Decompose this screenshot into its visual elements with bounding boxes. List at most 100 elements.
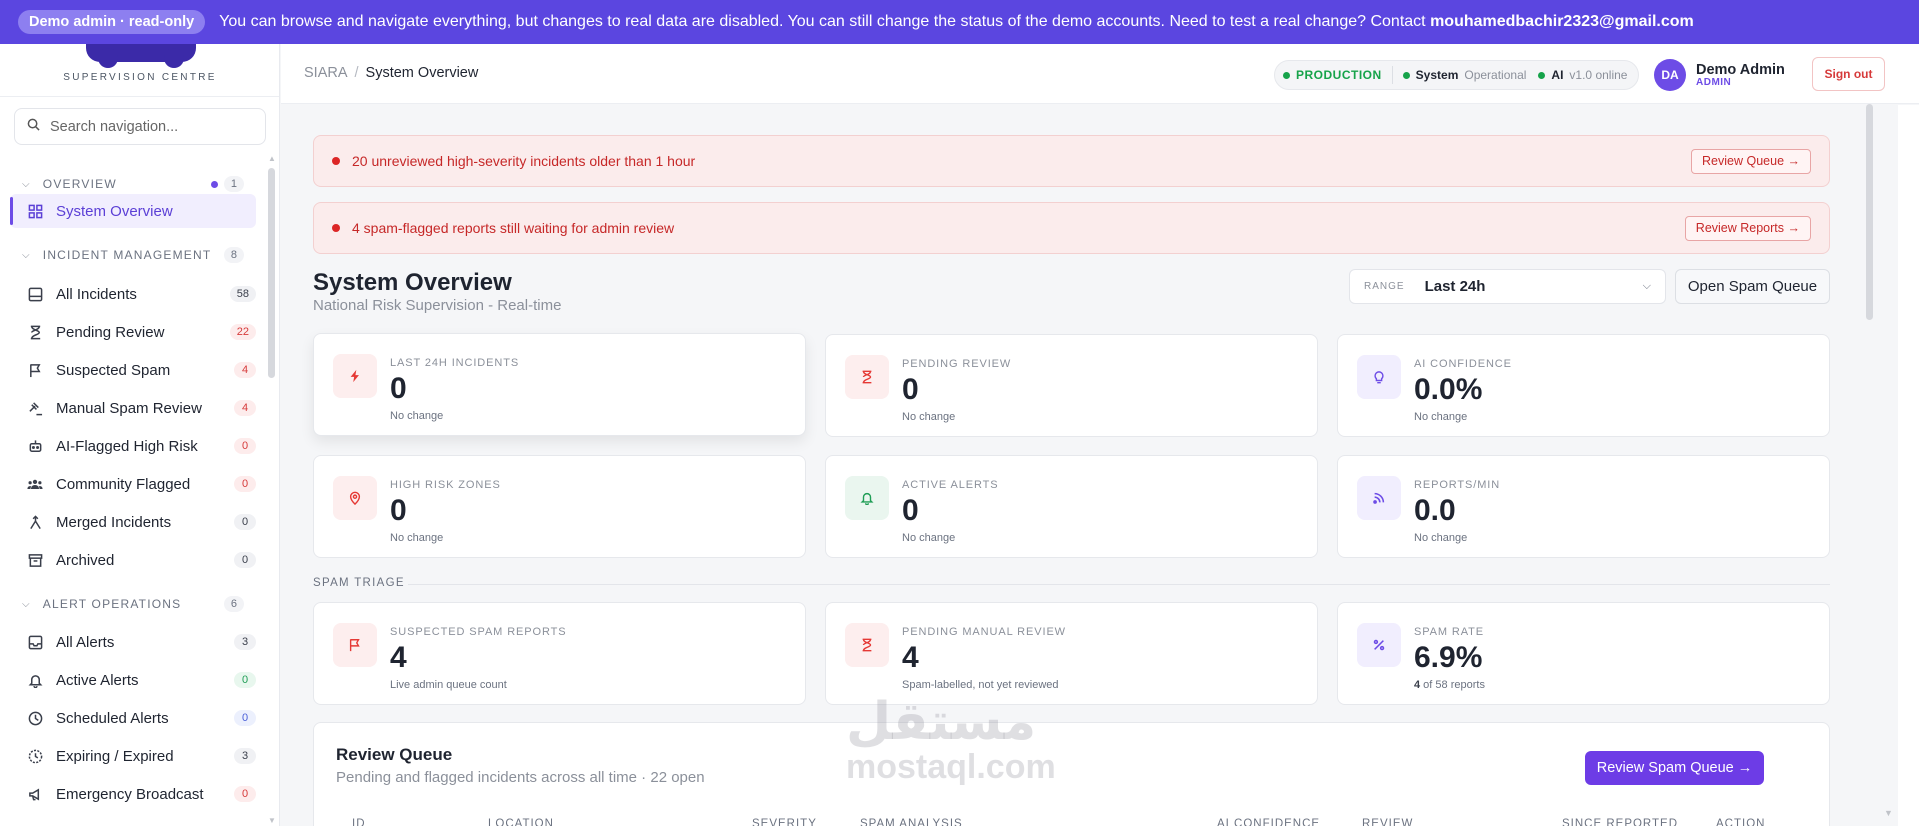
stat-card-high-risk-zones[interactable]: HIGH RISK ZONES 0 No change: [313, 455, 806, 558]
section-count: 6: [223, 596, 244, 612]
status-dot: [1538, 71, 1546, 79]
scroll-up-arrow[interactable]: ▲: [268, 154, 276, 163]
section-overview[interactable]: ⌵ OVERVIEW 1: [22, 173, 244, 195]
review-queue-subtitle: Pending and flagged incidents across all…: [336, 769, 705, 786]
sidebar-item-suspected-spam[interactable]: Suspected Spam 4: [10, 353, 256, 387]
sidebar-item-label: All Alerts: [56, 633, 115, 651]
section-count: 1: [223, 176, 244, 192]
stat-note: No change: [902, 411, 956, 423]
section-alert-operations[interactable]: ⌵ ALERT OPERATIONS 6: [22, 593, 244, 615]
unread-dot: [210, 180, 218, 188]
sidebar-item-community-flagged[interactable]: Community Flagged 0: [10, 467, 256, 501]
logo[interactable]: SUPERVISION CENTRE: [0, 44, 279, 97]
column-header-spam-analysis[interactable]: SPAM ANALYSIS: [860, 818, 963, 826]
logo-subtitle: SUPERVISION CENTRE: [63, 72, 217, 83]
stat-note: No change: [390, 532, 444, 544]
section-incident-management[interactable]: ⌵ INCIDENT MANAGEMENT 8: [22, 244, 244, 266]
breadcrumb-current: System Overview: [365, 65, 479, 81]
column-header-action[interactable]: ACTION: [1716, 818, 1765, 826]
column-header-ai-confidence[interactable]: AI CONFIDENCE: [1217, 818, 1320, 826]
stat-value: 0: [902, 373, 919, 406]
sidebar-item-label: Archived: [56, 551, 115, 569]
alert-banner-high-severity: 20 unreviewed high-severity incidents ol…: [313, 135, 1830, 187]
top-header: SIARA / System Overview PRODUCTION System O…: [281, 44, 1919, 104]
percent-icon: [1357, 623, 1401, 667]
chevron-down-icon: ⌵: [22, 249, 31, 261]
sidebar-scrollbar[interactable]: [268, 168, 275, 378]
sidebar-item-label: All Incidents: [56, 285, 137, 303]
sidebar-item-expiring-expired[interactable]: Expiring / Expired 3: [10, 739, 256, 773]
sidebar-item-ai-flagged-high-risk[interactable]: AI-Flagged High Risk 0: [10, 429, 256, 463]
section-label: OVERVIEW: [42, 177, 117, 191]
hourglass-icon: [26, 323, 44, 341]
stat-card-last-24h-incidents[interactable]: LAST 24H INCIDENTS 0 No change: [313, 333, 806, 436]
sidebar-item-emergency-broadcast[interactable]: Emergency Broadcast 0: [10, 777, 256, 811]
stat-card-reports-per-min[interactable]: REPORTS/MIN 0.0 No change: [1337, 455, 1830, 558]
stat-value: 0: [902, 494, 919, 527]
sidebar-item-label: AI-Flagged High Risk: [56, 437, 198, 455]
stat-card-active-alerts[interactable]: ACTIVE ALERTS 0 No change: [825, 455, 1318, 558]
alert-text: 4 spam-flagged reports still waiting for…: [352, 220, 675, 236]
chevron-down-icon: ⌵: [1642, 280, 1651, 292]
range-select[interactable]: RANGE Last 24h ⌵: [1349, 269, 1666, 304]
bulb-icon: [1357, 355, 1401, 399]
gavel-icon: [26, 399, 44, 417]
watermark: مستقل mostaql.com: [846, 695, 1056, 786]
column-header-severity[interactable]: SEVERITY: [752, 818, 817, 826]
scroll-down-arrow[interactable]: ▼: [1884, 808, 1893, 818]
breadcrumb-root[interactable]: SIARA: [304, 65, 348, 81]
sidebar: SUPERVISION CENTRE ▲ ▼ ⌵ OVERVIEW 1 Syst…: [0, 44, 280, 826]
user-menu[interactable]: DA Demo Admin ADMIN: [1654, 56, 1819, 94]
review-queue-title: Review Queue: [336, 745, 453, 764]
sidebar-item-label: Emergency Broadcast: [56, 785, 204, 803]
sign-out-button[interactable]: Sign out: [1812, 57, 1885, 91]
sidebar-item-label: Active Alerts: [56, 671, 139, 689]
sidebar-item-label: Community Flagged: [56, 475, 191, 493]
stat-label: AI CONFIDENCE: [1414, 358, 1512, 370]
review-queue-button[interactable]: Review Queue →: [1691, 148, 1811, 174]
sidebar-item-pending-review[interactable]: Pending Review 22: [10, 315, 256, 349]
open-spam-queue-button[interactable]: Open Spam Queue: [1675, 269, 1830, 304]
ai-status: AI v1.0 online: [1536, 68, 1637, 82]
stat-card-pending-manual-review[interactable]: PENDING MANUAL REVIEW 4 Spam-labelled, n…: [825, 602, 1318, 705]
sidebar-item-all-alerts[interactable]: All Alerts 3: [10, 625, 256, 659]
count-badge: 4: [234, 362, 256, 378]
sidebar-item-label: Suspected Spam: [56, 361, 171, 379]
sidebar-item-label: Expiring / Expired: [56, 747, 174, 765]
stat-card-suspected-spam-reports[interactable]: SUSPECTED SPAM REPORTS 4 Live admin queu…: [313, 602, 806, 705]
sidebar-item-merged-incidents[interactable]: Merged Incidents 0: [10, 505, 256, 539]
column-header-review[interactable]: REVIEW: [1362, 818, 1413, 826]
sidebar-item-active-alerts[interactable]: Active Alerts 0: [10, 663, 256, 697]
contact-email[interactable]: mouhamedbachir2323@gmail.com: [1430, 13, 1694, 30]
stat-card-ai-confidence[interactable]: AI CONFIDENCE 0.0% No change: [1337, 334, 1830, 437]
sidebar-item-scheduled-alerts[interactable]: Scheduled Alerts 0: [10, 701, 256, 735]
sidebar-item-all-incidents[interactable]: All Incidents 58: [10, 277, 256, 311]
range-label: RANGE: [1364, 281, 1405, 292]
page-gutter: [1898, 105, 1919, 826]
system-status-pill: PRODUCTION System Operational AI v1.0 onli…: [1274, 60, 1639, 90]
sidebar-item-archived[interactable]: Archived 0: [10, 543, 256, 577]
sidebar-item-manual-spam-review[interactable]: Manual Spam Review 4: [10, 391, 256, 425]
scroll-down-arrow[interactable]: ▼: [268, 816, 276, 825]
stat-note: No change: [390, 410, 444, 422]
stat-label: ACTIVE ALERTS: [902, 479, 999, 491]
count-badge: 3: [234, 748, 256, 764]
column-header-since-reported[interactable]: SINCE REPORTED: [1562, 818, 1678, 826]
watermark-latin: mostaql.com: [846, 748, 1056, 786]
sidebar-item-label: System Overview: [56, 202, 173, 220]
bolt-icon: [333, 354, 377, 398]
stat-value: 0: [390, 372, 407, 405]
search-input[interactable]: [50, 118, 250, 135]
review-spam-queue-button[interactable]: Review Spam Queue →: [1585, 751, 1764, 785]
count-badge: 0: [234, 672, 256, 688]
stat-label: REPORTS/MIN: [1414, 479, 1501, 491]
review-reports-button[interactable]: Review Reports →: [1684, 215, 1811, 241]
stat-card-spam-rate[interactable]: SPAM RATE 6.9% 4 of 58 reports: [1337, 602, 1830, 705]
page-subtitle: National Risk Supervision - Real-time: [313, 297, 562, 314]
count-badge: 0: [234, 514, 256, 530]
column-header-location[interactable]: LOCATION: [488, 818, 554, 826]
main-scrollbar[interactable]: [1866, 104, 1873, 320]
sidebar-item-system-overview[interactable]: System Overview: [10, 194, 256, 228]
stat-card-pending-review[interactable]: PENDING REVIEW 0 No change: [825, 334, 1318, 437]
column-header-id[interactable]: ID: [352, 818, 366, 826]
